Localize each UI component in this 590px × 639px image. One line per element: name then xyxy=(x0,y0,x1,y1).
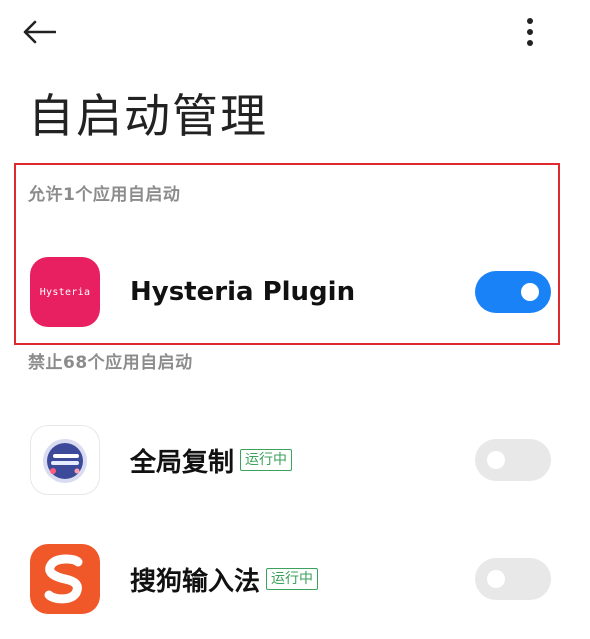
app-name-wrap: 全局复制 运行中 xyxy=(130,415,293,505)
running-badge: 运行中 xyxy=(266,568,319,590)
toggle-knob xyxy=(521,283,539,301)
more-vertical-icon xyxy=(527,18,533,46)
autostart-toggle-hysteria[interactable] xyxy=(475,271,551,313)
app-row-sogou-input[interactable]: 搜狗输入法 运行中 xyxy=(0,534,590,624)
app-row-global-copy[interactable]: 全局复制 运行中 xyxy=(0,415,590,505)
app-name-wrap: Hysteria Plugin xyxy=(130,247,355,337)
global-copy-icon-graphic xyxy=(43,439,87,483)
hysteria-app-icon: Hysteria xyxy=(30,257,100,327)
sogou-s-logo-icon xyxy=(44,554,83,604)
hysteria-icon-text: Hysteria xyxy=(39,286,91,298)
arrow-left-icon xyxy=(23,20,56,44)
more-options-button[interactable] xyxy=(512,12,548,52)
global-copy-app-icon xyxy=(30,425,100,495)
running-badge: 运行中 xyxy=(240,449,293,471)
app-name-wrap: 搜狗输入法 运行中 xyxy=(130,534,319,624)
app-name: 全局复制 xyxy=(130,447,235,478)
allowed-section-header: 允许1个应用自启动 xyxy=(28,185,181,205)
toggle-knob xyxy=(487,451,505,469)
app-name: 搜狗输入法 xyxy=(130,566,261,597)
autostart-toggle-sogou[interactable] xyxy=(475,558,551,600)
blocked-section-header: 禁止68个应用自启动 xyxy=(28,353,193,373)
sogou-input-app-icon xyxy=(30,544,100,614)
app-name: Hysteria Plugin xyxy=(130,277,356,307)
autostart-toggle-global-copy[interactable] xyxy=(475,439,551,481)
app-row-hysteria-plugin[interactable]: Hysteria Hysteria Plugin xyxy=(0,247,590,337)
toggle-knob xyxy=(487,570,505,588)
top-bar xyxy=(0,0,590,64)
page-title: 自启动管理 xyxy=(28,89,268,143)
back-button[interactable] xyxy=(22,12,74,52)
